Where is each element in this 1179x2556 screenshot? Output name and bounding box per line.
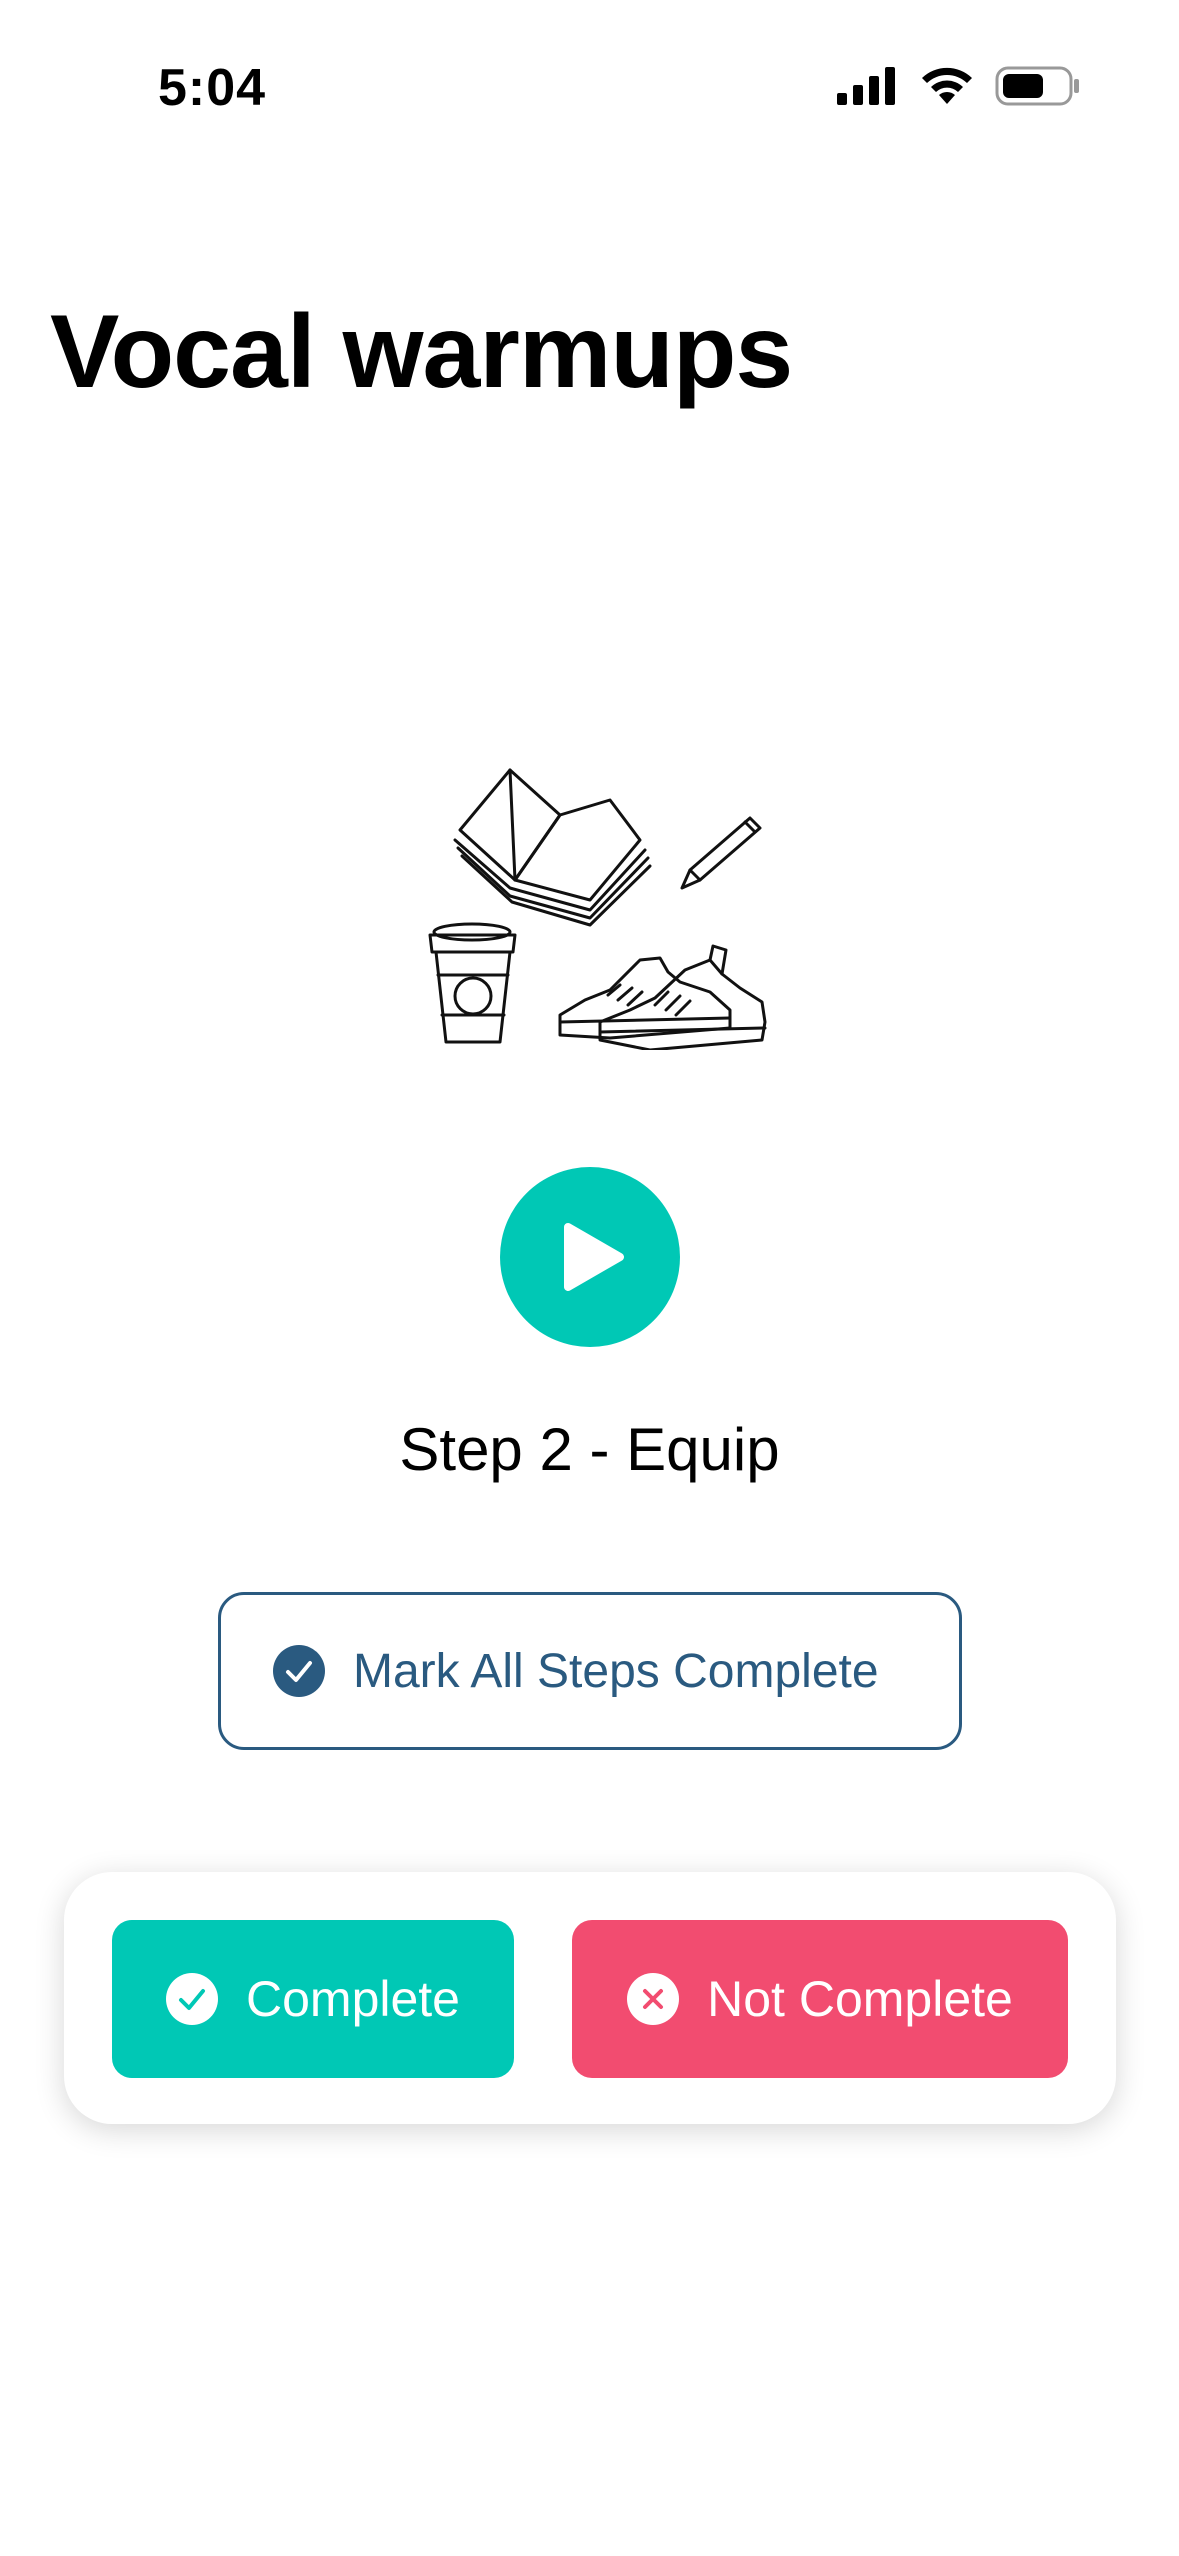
check-circle-icon: [273, 1645, 325, 1697]
mark-all-steps-complete-button[interactable]: Mark All Steps Complete: [218, 1592, 962, 1750]
wifi-icon: [922, 67, 972, 104]
page-title: Vocal warmups: [50, 294, 793, 410]
book-pencil-cup-sneakers-illustration: [428, 768, 767, 1050]
play-icon: [564, 1223, 624, 1291]
play-button[interactable]: [500, 1167, 680, 1347]
book-icon: [453, 768, 652, 927]
signal-icon: [837, 67, 895, 105]
not-complete-button[interactable]: Not Complete: [572, 1920, 1068, 2078]
mark-all-label: Mark All Steps Complete: [353, 1644, 879, 1698]
complete-label: Complete: [246, 1971, 460, 2027]
status-bar: 5:04: [0, 0, 1179, 170]
x-circle-icon: [627, 1973, 680, 2025]
check-circle-icon: [166, 1973, 218, 2025]
not-complete-label: Not Complete: [707, 1971, 1013, 2027]
step-title: Step 2 - Equip: [399, 1416, 780, 1483]
coffee-cup-icon: [428, 922, 517, 1044]
status-icons: [837, 66, 1081, 106]
action-card: Complete Not Complete: [64, 1872, 1116, 2124]
complete-button[interactable]: Complete: [112, 1920, 514, 2078]
status-time: 5:04: [158, 59, 267, 117]
battery-icon: [995, 66, 1079, 106]
sneakers-icon: [558, 944, 767, 1050]
pencil-icon: [680, 816, 762, 890]
